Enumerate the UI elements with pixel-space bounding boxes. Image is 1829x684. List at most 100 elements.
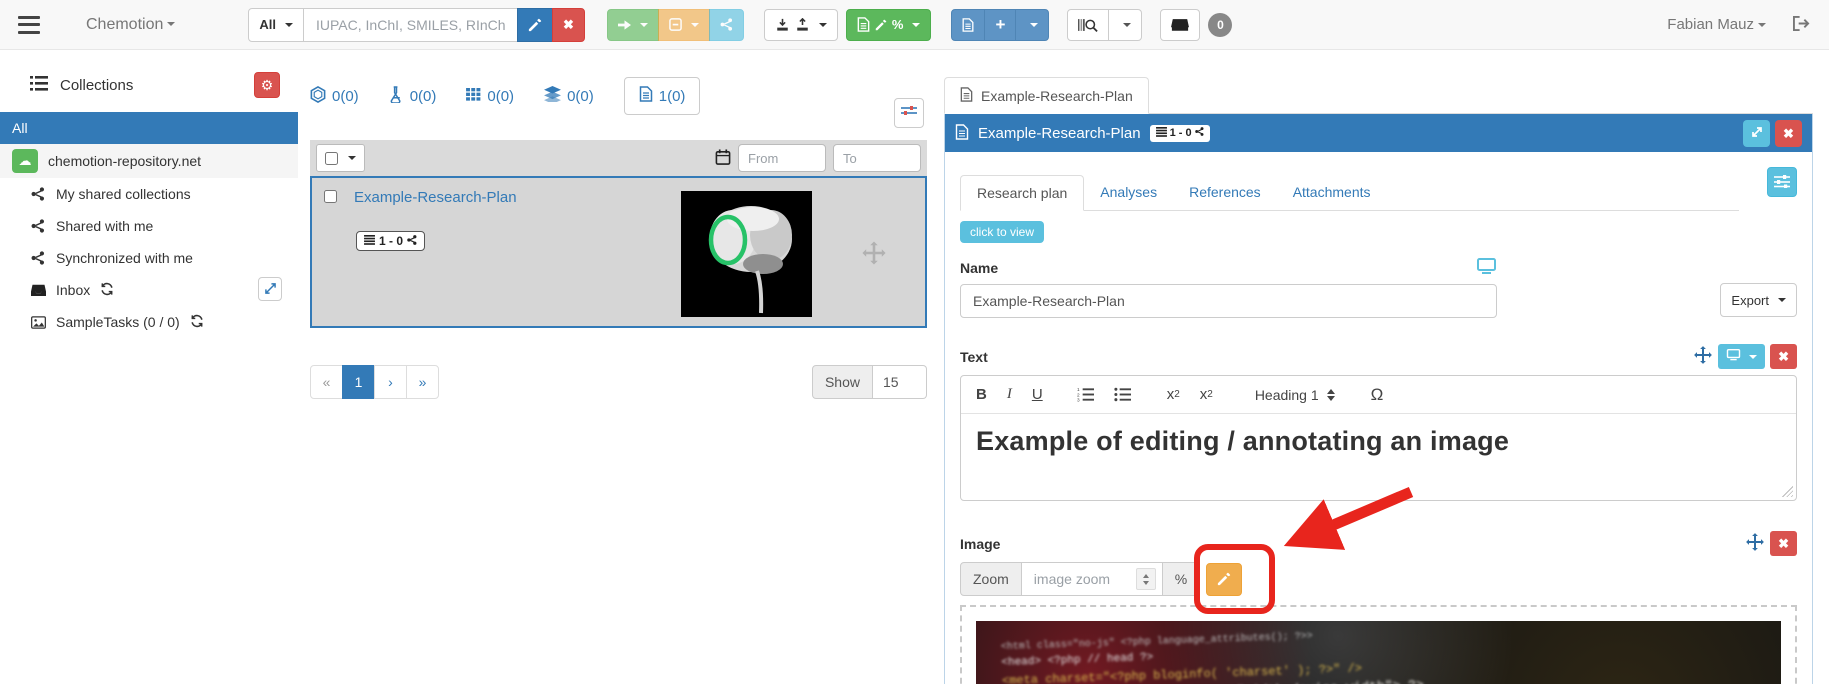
- list-options-button[interactable]: [894, 98, 924, 128]
- create-plan-button[interactable]: [951, 9, 985, 41]
- chemotion-app: Chemotion All ✖: [0, 0, 1829, 684]
- sidebar-item-repository[interactable]: ☁ chemotion-repository.net: [0, 144, 298, 178]
- share-button[interactable]: [709, 9, 744, 41]
- fullscreen-button[interactable]: [1743, 120, 1770, 147]
- detail-tab[interactable]: Example-Research-Plan: [944, 77, 1149, 114]
- report-button[interactable]: %: [846, 9, 932, 41]
- name-input[interactable]: [960, 284, 1497, 318]
- inbox-expand-button[interactable]: [258, 277, 282, 301]
- bold-button[interactable]: B: [976, 387, 987, 402]
- share-icon: [30, 251, 46, 265]
- delete-image-field-button[interactable]: ✖: [1770, 531, 1797, 556]
- ordered-list-button[interactable]: 123: [1077, 387, 1094, 402]
- zoom-stepper[interactable]: [1136, 568, 1156, 590]
- gear-icon: ⚙: [261, 77, 274, 94]
- move-field-handle-icon[interactable]: [1693, 345, 1713, 368]
- arrow-right-icon: [618, 19, 631, 31]
- brain-thumbnail-image: [681, 191, 812, 320]
- tab-references[interactable]: References: [1173, 175, 1277, 210]
- annotate-image-button[interactable]: [1206, 563, 1242, 596]
- sidebar-item-my-shared[interactable]: My shared collections: [0, 178, 298, 210]
- pagination-next[interactable]: ›: [374, 365, 407, 399]
- sidebar-item-synchronized[interactable]: Synchronized with me: [0, 242, 298, 274]
- move-field-handle-icon[interactable]: [1745, 532, 1765, 555]
- search-input[interactable]: [303, 8, 518, 42]
- editor-content[interactable]: Example of editing / annotating an image: [961, 414, 1796, 500]
- superscript-button[interactable]: x2: [1200, 387, 1213, 402]
- tab-research-plan[interactable]: Research plan: [960, 175, 1084, 211]
- tab-research-plans[interactable]: 1(0): [624, 77, 701, 115]
- grid-icon: [466, 88, 481, 105]
- hamburger-menu-icon[interactable]: [18, 16, 40, 34]
- research-plan-row[interactable]: Example-Research-Plan 1 - 0: [310, 176, 927, 328]
- manage-collections-button[interactable]: ⚙: [254, 72, 280, 98]
- svg-text:2: 2: [1077, 392, 1080, 398]
- barcode-scan-button[interactable]: [1067, 9, 1109, 41]
- structure-editor-button[interactable]: [517, 8, 553, 42]
- field-display-dropdown[interactable]: [1718, 344, 1765, 369]
- tab-analyses[interactable]: Analyses: [1084, 175, 1173, 210]
- share-icon: [30, 187, 46, 201]
- inbox-refresh-button[interactable]: [100, 282, 114, 299]
- calendar-icon: [715, 149, 731, 168]
- tab-screens[interactable]: 0(0): [544, 86, 594, 106]
- underline-button[interactable]: U: [1032, 387, 1043, 402]
- refresh-icon: [190, 314, 204, 331]
- list-icon: [364, 234, 375, 248]
- panel-options-button[interactable]: [1767, 167, 1797, 197]
- close-panel-button[interactable]: ✖: [1775, 120, 1802, 147]
- screen-toggle-icon[interactable]: [1476, 258, 1497, 278]
- pencil-icon: [528, 18, 542, 32]
- search-scope-dropdown[interactable]: All: [248, 8, 304, 42]
- plus-icon: +: [995, 16, 1005, 33]
- brand-dropdown[interactable]: Chemotion: [86, 16, 175, 34]
- create-new-button[interactable]: +: [984, 9, 1016, 41]
- date-to-input[interactable]: [833, 144, 921, 172]
- document-icon: [639, 86, 653, 106]
- clear-search-button[interactable]: ✖: [552, 8, 585, 42]
- logout-icon[interactable]: [1792, 15, 1811, 35]
- pagination-last[interactable]: »: [406, 365, 439, 399]
- import-export-button[interactable]: [764, 9, 838, 41]
- row-checkbox[interactable]: [324, 190, 337, 203]
- sidebar-item-all[interactable]: All: [0, 112, 298, 144]
- pagination-first[interactable]: «: [310, 365, 343, 399]
- tab-wellplates[interactable]: 0(0): [466, 88, 514, 105]
- subscript-button[interactable]: x2: [1167, 387, 1180, 402]
- page-size-input[interactable]: [873, 365, 927, 399]
- tab-reactions[interactable]: 0(0): [389, 86, 437, 107]
- pagination-page-1[interactable]: 1: [342, 365, 375, 399]
- scan-dropdown-button[interactable]: [1108, 9, 1142, 41]
- tab-attachments[interactable]: Attachments: [1277, 175, 1387, 210]
- resize-handle[interactable]: [1782, 486, 1793, 497]
- move-to-collection-button[interactable]: [607, 9, 659, 41]
- drag-handle-icon[interactable]: [861, 240, 887, 269]
- sidebar-item-sample-tasks[interactable]: SampleTasks (0 / 0): [0, 306, 298, 338]
- create-dropdown-button[interactable]: [1015, 9, 1049, 41]
- date-from-input[interactable]: [738, 144, 826, 172]
- delete-text-field-button[interactable]: ✖: [1770, 344, 1797, 369]
- select-all-checkbox[interactable]: [325, 152, 338, 165]
- editor-toolbar: B I U 123 x2 x2 Heading 1 Ω: [961, 376, 1796, 414]
- remove-from-collection-button[interactable]: [658, 9, 710, 41]
- name-label: Name: [960, 260, 998, 276]
- sidebar-item-inbox[interactable]: Inbox: [0, 274, 298, 306]
- user-menu[interactable]: Fabian Mauz: [1667, 16, 1766, 33]
- select-all-dropdown[interactable]: [316, 144, 365, 172]
- tab-samples[interactable]: 0(0): [310, 86, 359, 107]
- export-dropdown-button[interactable]: Export: [1720, 283, 1797, 317]
- image-dropzone[interactable]: <html class="no-js" <?php language_attri…: [960, 605, 1797, 684]
- sidebar-item-shared-with-me[interactable]: Shared with me: [0, 210, 298, 242]
- special-character-button[interactable]: Ω: [1371, 386, 1384, 403]
- close-icon: ✖: [1778, 537, 1789, 550]
- italic-button[interactable]: I: [1007, 387, 1012, 402]
- inbox-button[interactable]: [1160, 9, 1200, 41]
- text-label: Text: [960, 349, 988, 365]
- panel-title: Example-Research-Plan: [978, 125, 1141, 142]
- bullet-list-button[interactable]: [1114, 387, 1131, 402]
- sample-tasks-refresh-button[interactable]: [190, 314, 204, 331]
- close-icon: ✖: [1783, 127, 1794, 140]
- research-plan-panel: Example-Research-Plan 1 - 0 ✖: [944, 114, 1813, 684]
- document-icon: [962, 18, 974, 32]
- heading-select[interactable]: Heading 1: [1255, 387, 1335, 403]
